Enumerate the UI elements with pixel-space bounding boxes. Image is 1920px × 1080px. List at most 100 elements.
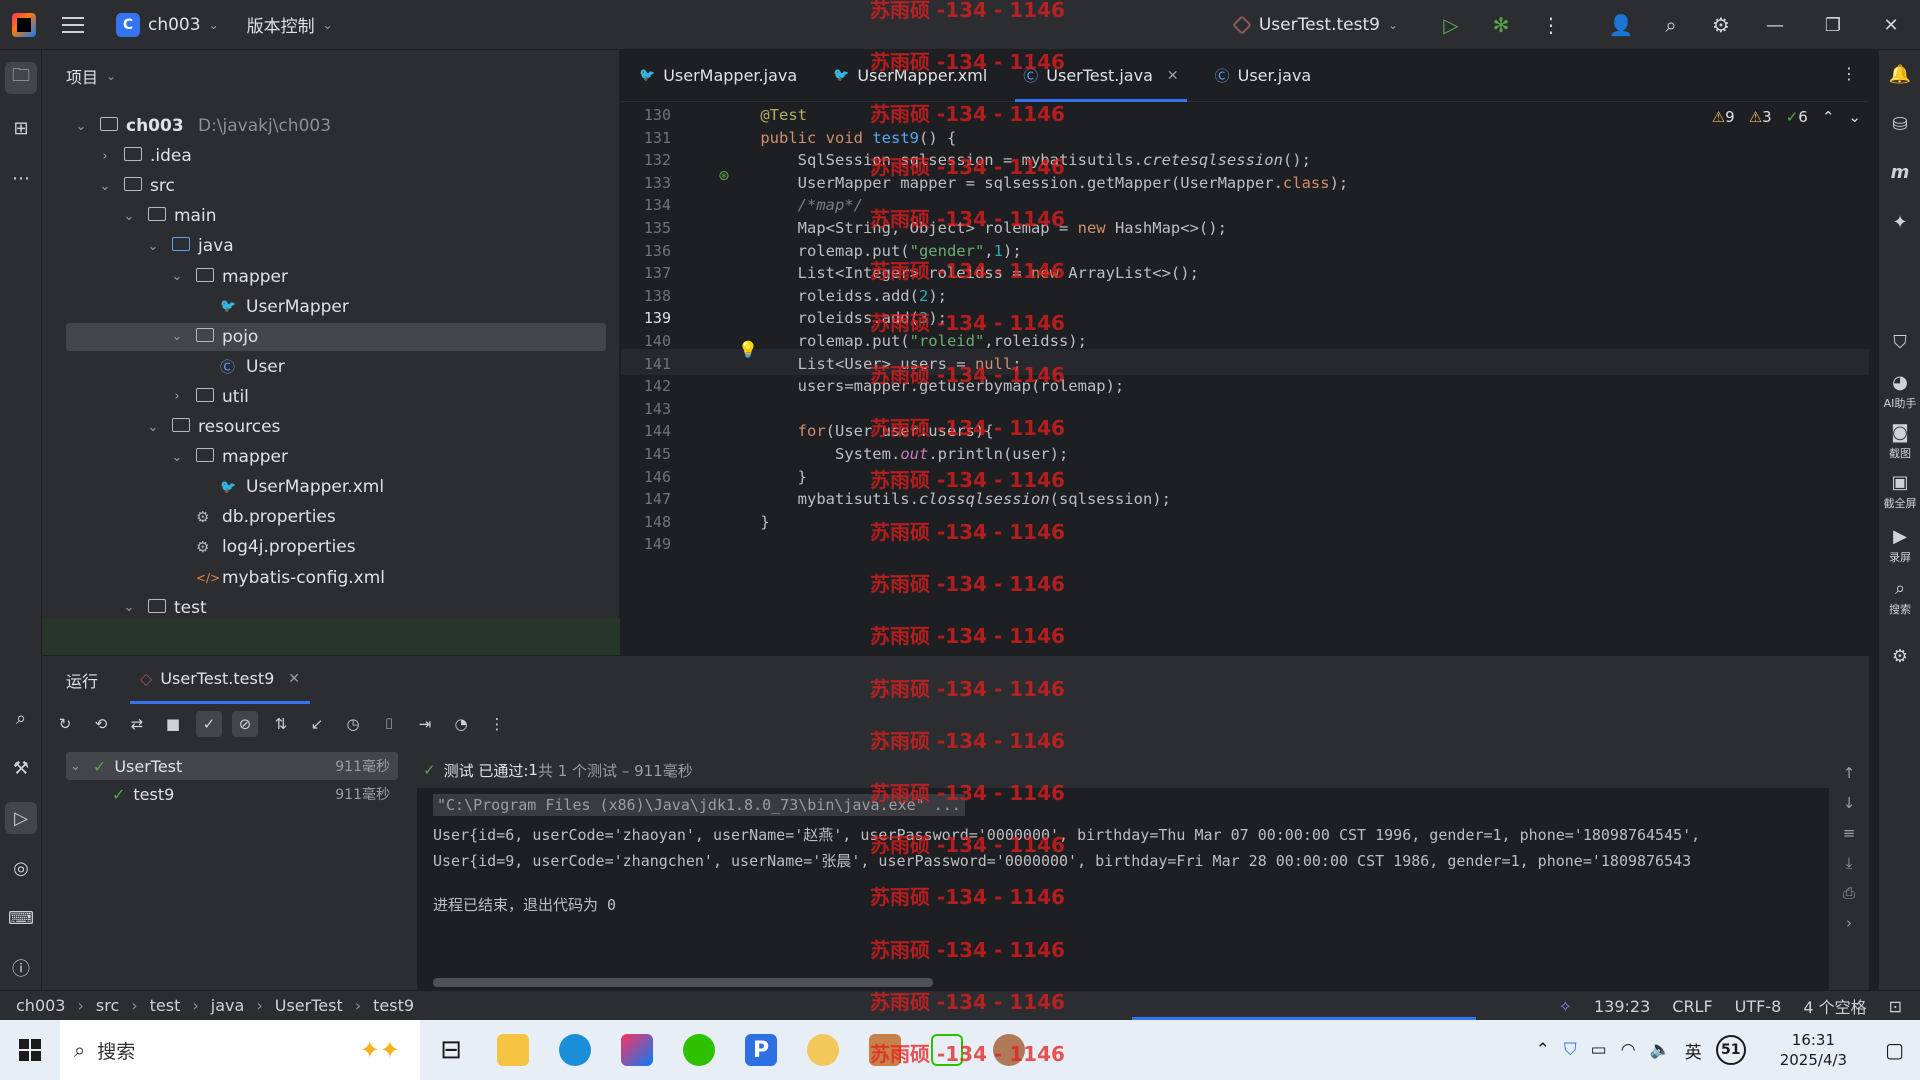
show-ignored-icon[interactable]: ⊘ (232, 711, 258, 737)
intention-bulb-icon[interactable]: 💡 (738, 340, 758, 359)
tree-item[interactable]: ⚙ db.properties (42, 503, 606, 531)
intellij-logo-icon[interactable] (12, 12, 36, 37)
debug-icon[interactable]: ✻ (1476, 0, 1526, 50)
tree-item[interactable]: ⌄ resources (42, 413, 606, 441)
breadcrumb-item[interactable]: src (96, 996, 119, 1015)
game-app-icon[interactable] (854, 1020, 916, 1080)
console-command-line[interactable]: "C:\Program Files (x86)\Java\jdk1.8.0_73… (433, 794, 965, 816)
tree-item[interactable]: ⌄ pojo (66, 322, 606, 351)
tree-item[interactable]: </> mybatis-config.xml (42, 564, 606, 592)
test-suite-row[interactable]: ⌄ ✓ UserTest 911毫秒 (66, 752, 398, 780)
more-actions-icon[interactable]: ⋮ (1526, 0, 1576, 50)
editor-tab[interactable]: Ⓒ UserTest.java ✕ (1005, 50, 1196, 102)
project-tool-icon[interactable]: 🗀 (5, 62, 37, 94)
scroll-to-end-icon[interactable]: ⤓ (1846, 854, 1853, 872)
search-tool-icon[interactable]: ⌕ (5, 702, 37, 734)
intellij-taskbar-icon[interactable] (606, 1020, 668, 1080)
search-icon[interactable]: ⌕ (1646, 0, 1696, 50)
arrow-down-icon[interactable]: ↓ (1843, 794, 1856, 812)
indent-setting[interactable]: 4 个空格 (1803, 994, 1866, 1018)
run-tool-icon[interactable]: ▷ (5, 802, 37, 834)
search-tool-button[interactable]: ⌕ 搜索 (1879, 578, 1920, 617)
chevron-down-icon[interactable]: ⌄ (170, 329, 184, 344)
clock[interactable]: 16:31 2025/4/3 (1780, 1030, 1847, 1070)
shield-icon[interactable]: ⛉ (1879, 332, 1920, 353)
rerun-failed-icon[interactable]: ⟲ (88, 711, 114, 737)
wechat-icon[interactable] (668, 1020, 730, 1080)
file-explorer-icon[interactable] (482, 1020, 544, 1080)
chevron-down-icon[interactable]: ⌄ (170, 269, 184, 284)
run-tab-usertest[interactable]: ◇ UserTest.test9 ✕ (130, 656, 311, 704)
tree-item[interactable]: › .idea (42, 142, 606, 170)
record-button[interactable]: ▶ 录屏 (1879, 526, 1920, 565)
editor-tab[interactable]: Ⓒ User.java (1197, 50, 1330, 102)
breadcrumb-item[interactable]: test9 (373, 996, 414, 1015)
task-view-icon[interactable]: ⊟ (420, 1020, 482, 1080)
sort-icon[interactable]: ⇅ (268, 711, 294, 737)
arrow-up-icon[interactable]: ↑ (1843, 764, 1856, 782)
tree-item[interactable]: ⌄ mapper (42, 263, 606, 291)
notifications-icon[interactable]: 🔔 (1879, 64, 1920, 85)
project-switcher[interactable]: ch003 (148, 15, 201, 35)
taskbar-search[interactable]: ⌕ 搜索 ✦✦ (60, 1020, 420, 1080)
tree-item[interactable]: 🐦 UserMapper (42, 293, 606, 321)
close-icon[interactable]: ✕ (288, 671, 300, 687)
inspection-widget[interactable]: ⚠9 ⚠3 ✓6 ⌃ ⌄ (1712, 108, 1861, 126)
print-icon[interactable]: ⎙ (1843, 884, 1855, 902)
breadcrumb-item[interactable]: test (150, 996, 181, 1015)
tree-item[interactable]: 🐦 UserMapper.xml (42, 473, 606, 501)
run-icon[interactable]: ▷ (1426, 0, 1476, 50)
ai-assistant-button[interactable]: ◕ AI助手 (1879, 372, 1920, 411)
volume-icon[interactable]: 🔈 (1650, 1040, 1671, 1060)
ime-indicator[interactable]: 英 (1685, 1038, 1702, 1063)
run-configuration-selector[interactable]: UserTest.test9 ⌄ (1231, 15, 1398, 35)
cursor-position[interactable]: 139:23 (1594, 997, 1650, 1016)
breadcrumb-item[interactable]: UserTest (275, 996, 343, 1015)
close-button[interactable]: ✕ (1862, 0, 1920, 50)
vcs-menu[interactable]: 版本控制 (247, 12, 315, 37)
chevron-down-icon[interactable]: ⌄ (170, 450, 184, 465)
test-case-row[interactable]: ✓ test9 911毫秒 (66, 780, 398, 808)
minimize-button[interactable]: — (1746, 0, 1804, 50)
chevron-right-icon[interactable]: › (1846, 914, 1852, 932)
gear-icon[interactable]: ⚙ (1879, 646, 1920, 667)
soft-wrap-icon[interactable]: ≡ (1843, 824, 1856, 842)
tree-item[interactable]: ⌄ main (42, 202, 606, 230)
toggle-auto-test-icon[interactable]: ⇄ (124, 711, 150, 737)
export-icon[interactable]: ⇥ (412, 711, 438, 737)
services-tool-icon[interactable]: ◎ (5, 852, 37, 884)
app-icon[interactable] (792, 1020, 854, 1080)
tree-item[interactable]: ⌄ ch003 D:\javakj\ch003 (42, 112, 606, 140)
console-output[interactable]: ✓ 测试 已通过: 1共 1 个测试 – 911毫秒 "C:\Program F… (417, 752, 1829, 991)
shield-icon[interactable]: ⛉ (1564, 1040, 1577, 1060)
add-user-icon[interactable]: 👤 (1596, 0, 1646, 50)
fullscreen-capture-button[interactable]: ▣ 截全屏 (1879, 472, 1920, 511)
ai-status-icon[interactable]: ✧ (1559, 997, 1572, 1016)
build-tool-icon[interactable]: ⚒ (5, 752, 37, 784)
battery-icon[interactable]: ▭ (1591, 1040, 1607, 1060)
project-panel-header[interactable]: 项目 ⌄ (42, 50, 619, 102)
tree-item[interactable]: ⌄ mapper (42, 443, 606, 471)
chevron-up-icon[interactable]: ⌃ (1822, 108, 1835, 126)
chevron-down-icon[interactable]: ⌄ (98, 179, 112, 194)
stop-icon[interactable]: ■ (160, 711, 186, 737)
database-icon[interactable]: ⛁ (1879, 114, 1920, 135)
notification-badge[interactable]: 51 (1715, 1035, 1746, 1065)
tree-item[interactable]: › util (42, 383, 606, 411)
wifi-icon[interactable]: ◠ (1621, 1040, 1636, 1060)
editor-tab[interactable]: 🐦 UserMapper.java (621, 50, 815, 102)
chevron-right-icon[interactable]: › (170, 389, 184, 404)
close-icon[interactable]: ✕ (1167, 68, 1179, 84)
camera-icon[interactable]: ⌷ (376, 711, 402, 737)
tree-item[interactable]: ⌄ java (42, 232, 606, 260)
start-button[interactable] (0, 1020, 60, 1080)
edge-browser-icon[interactable] (544, 1020, 606, 1080)
p-app-icon[interactable]: P (730, 1020, 792, 1080)
restore-button[interactable]: ❐ (1804, 0, 1862, 50)
chevron-right-icon[interactable]: › (98, 149, 112, 164)
chevron-down-icon[interactable]: ⌄ (1848, 108, 1861, 126)
editor-tab[interactable]: 🐦 UserMapper.xml (815, 50, 1005, 102)
chevron-up-icon[interactable]: ⌃ (1536, 1040, 1550, 1060)
tree-item[interactable]: ⌄ src (42, 172, 606, 200)
chevron-down-icon[interactable]: ⌄ (146, 239, 160, 254)
